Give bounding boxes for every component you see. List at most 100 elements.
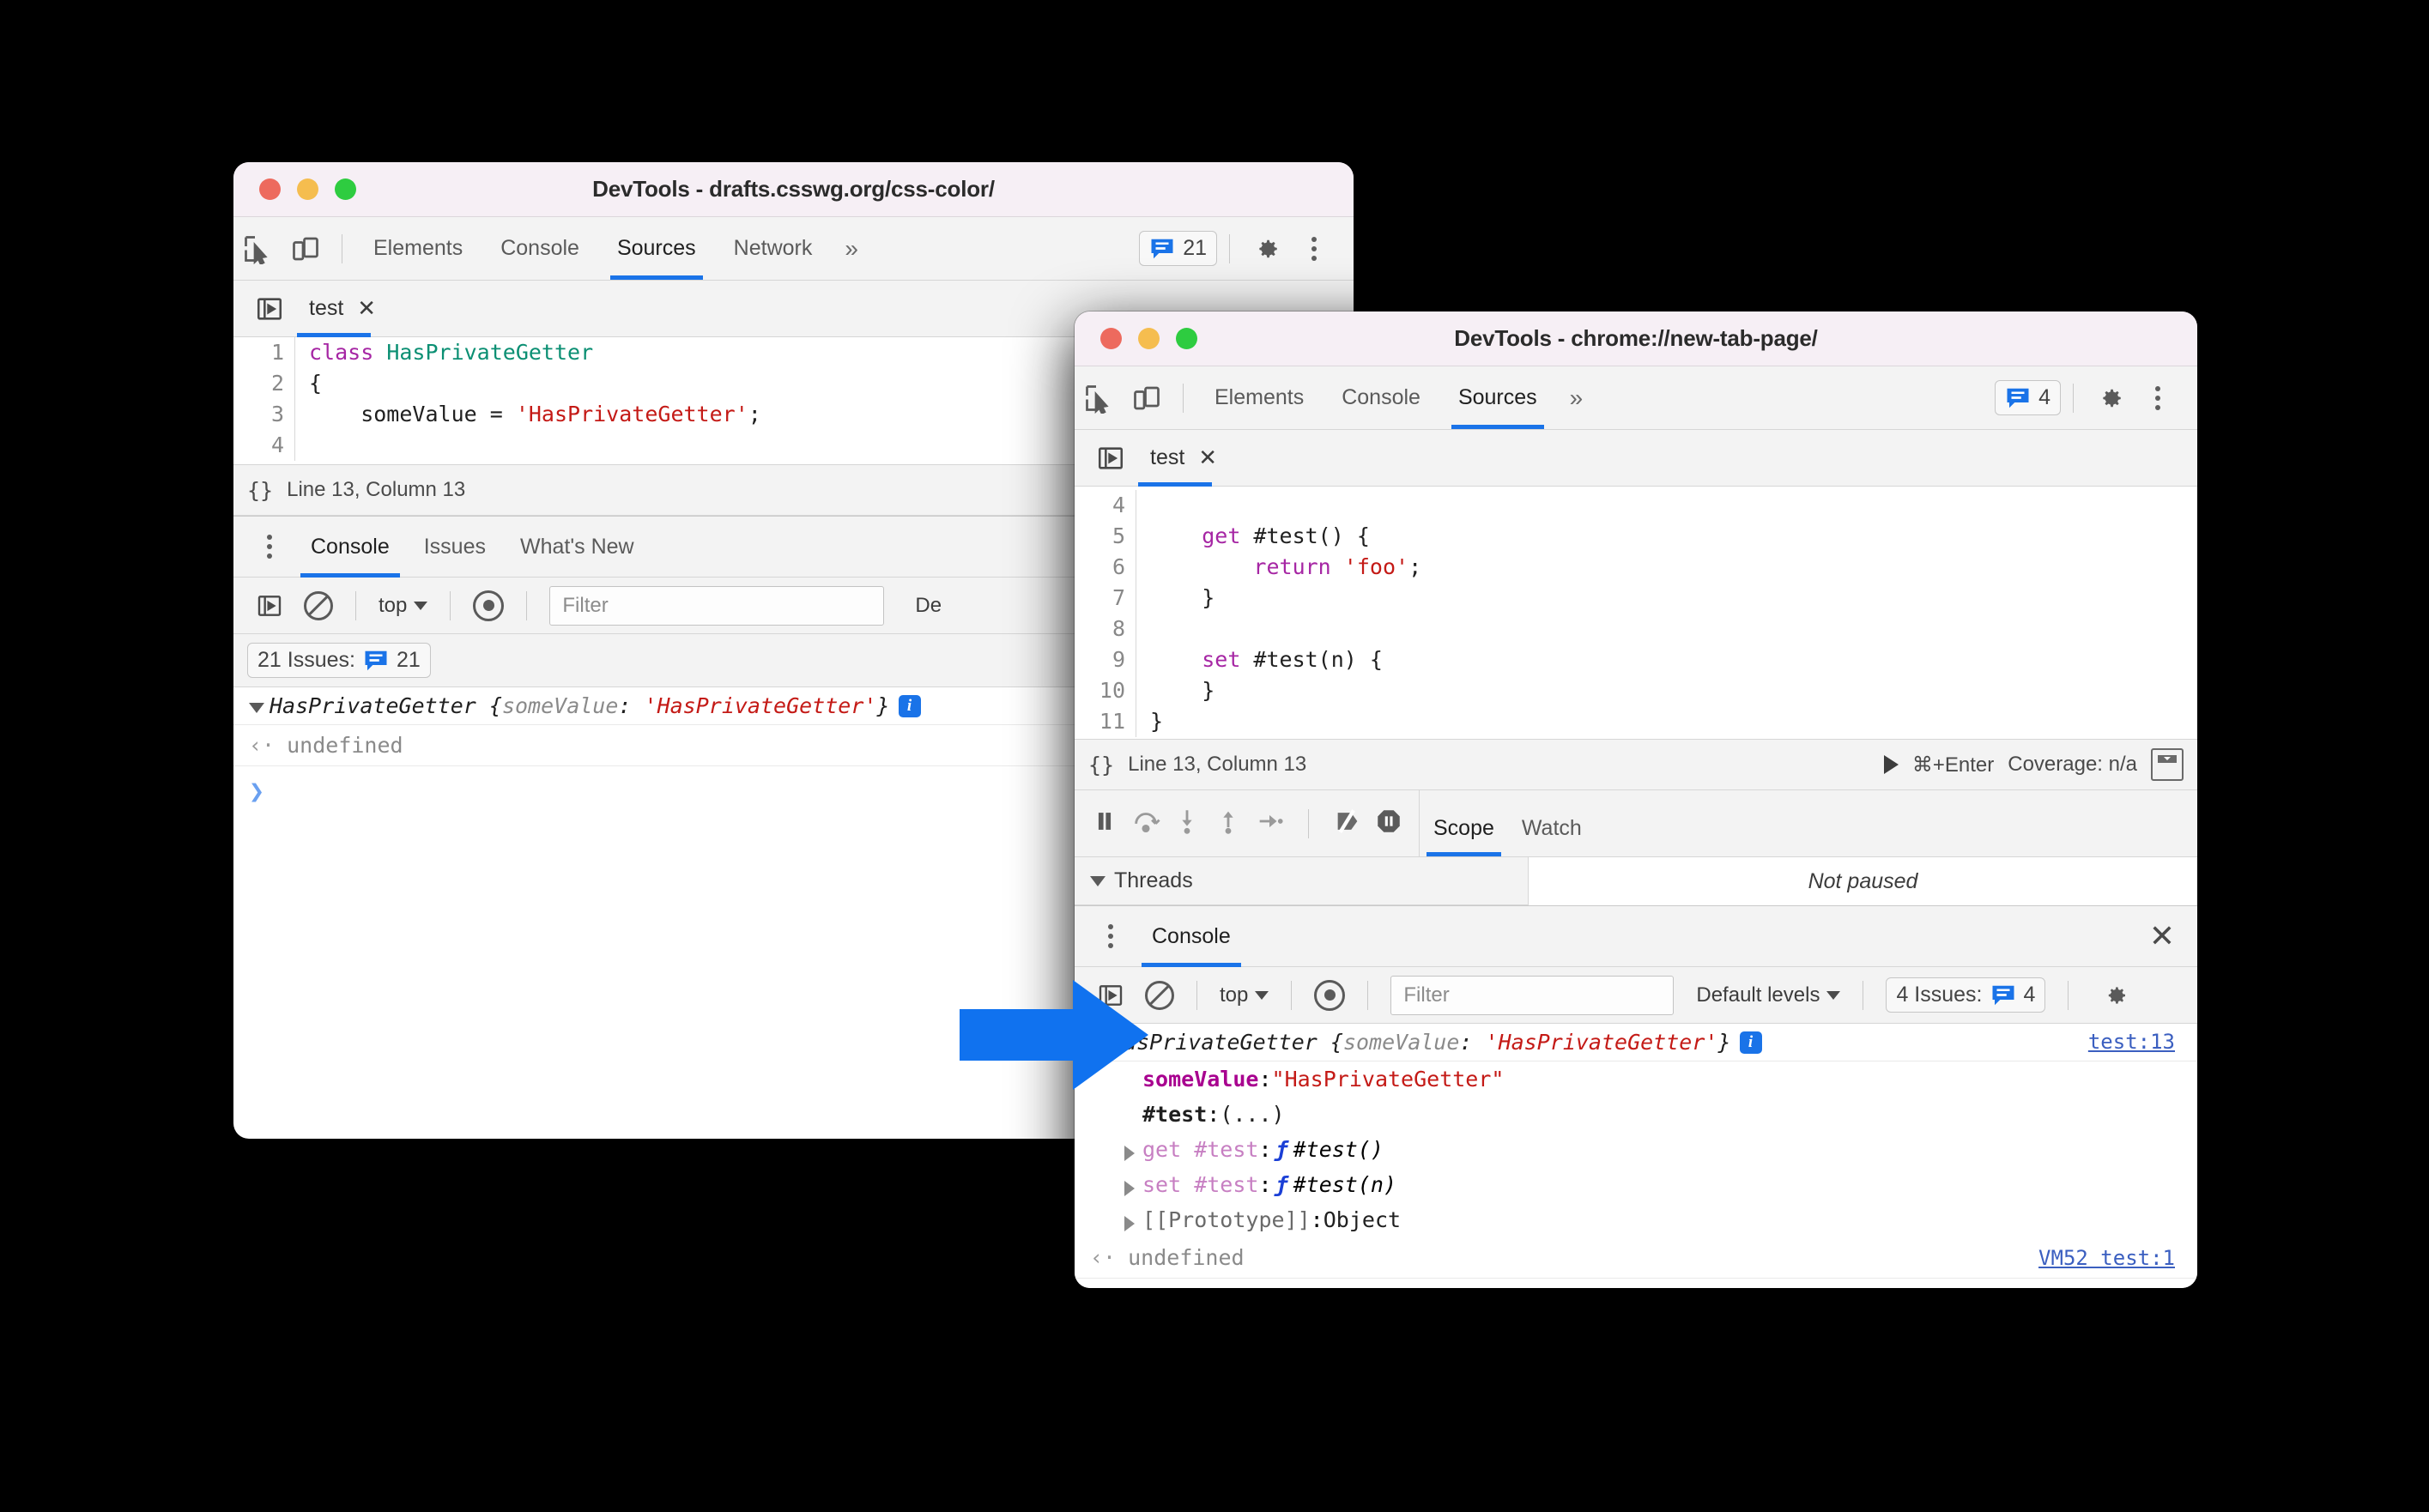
pause-icon[interactable]: [1090, 807, 1119, 840]
execution-context-selector[interactable]: top: [1220, 983, 1269, 1007]
tab-elements[interactable]: Elements: [1196, 366, 1323, 429]
maximize-window-button[interactable]: [1176, 328, 1197, 349]
close-icon[interactable]: ✕: [1198, 445, 1217, 471]
step-into-icon[interactable]: [1172, 807, 1202, 840]
gear-icon[interactable]: [1242, 225, 1290, 273]
source-link[interactable]: test:13: [2088, 1030, 2197, 1054]
more-tabs-icon[interactable]: »: [1556, 384, 1597, 412]
expand-triangle-icon[interactable]: [249, 703, 264, 713]
drawer-tab-issues[interactable]: Issues: [407, 517, 503, 577]
log-levels-partial[interactable]: De: [915, 594, 942, 618]
tab-console[interactable]: Console: [1323, 366, 1439, 429]
debugger-buttons[interactable]: [1075, 790, 1419, 856]
drawer-tab-whats-new[interactable]: What's New: [503, 517, 651, 577]
issues-counter-button[interactable]: 21: [1139, 231, 1217, 266]
close-drawer-icon[interactable]: ✕: [2149, 921, 2197, 952]
popout-drawer-icon[interactable]: [2151, 748, 2184, 781]
code-line: 10 }: [1075, 675, 2197, 706]
info-icon[interactable]: i: [898, 695, 921, 717]
threads-section[interactable]: Threads: [1075, 857, 1528, 905]
file-tab-test[interactable]: test ✕: [1135, 430, 1233, 487]
filter-input[interactable]: Filter: [549, 585, 885, 626]
console-divider-1: [355, 590, 356, 620]
object-property-row[interactable]: someValue: "HasPrivateGetter": [1075, 1061, 2197, 1097]
issues-summary-button[interactable]: 4 Issues: 4: [1886, 977, 2046, 1013]
console-prompt-row[interactable]: ❯: [1075, 1279, 2197, 1288]
expand-triangle-icon[interactable]: [1124, 1181, 1135, 1196]
minimize-window-button[interactable]: [297, 178, 318, 200]
run-snippet-icon[interactable]: [1883, 755, 1899, 774]
property-key: [[Prototype]]: [1142, 1207, 1311, 1232]
traffic-lights[interactable]: [1100, 328, 1197, 349]
execution-context-selector[interactable]: top: [379, 594, 428, 618]
tab-elements[interactable]: Elements: [354, 217, 482, 280]
expand-triangle-icon[interactable]: [1124, 1216, 1135, 1231]
front-threads-row: Threads Not paused: [1075, 857, 2197, 905]
file-tab-test[interactable]: test ✕: [294, 281, 391, 337]
tab-network[interactable]: Network: [715, 217, 832, 280]
show-navigator-icon[interactable]: [245, 285, 294, 333]
step-out-icon[interactable]: [1214, 807, 1243, 840]
tab-console[interactable]: Console: [482, 217, 598, 280]
kebab-menu-icon[interactable]: [1087, 912, 1135, 960]
tab-scope[interactable]: Scope: [1420, 816, 1508, 856]
object-property-row[interactable]: get #test: ƒ #test(): [1075, 1132, 2197, 1167]
filter-input[interactable]: Filter: [1390, 975, 1675, 1015]
gear-icon[interactable]: [2086, 374, 2134, 422]
info-icon[interactable]: i: [1739, 1031, 1762, 1054]
inspect-cursor-icon[interactable]: [233, 225, 282, 273]
expand-triangle-icon[interactable]: [1124, 1146, 1135, 1161]
traffic-lights[interactable]: [259, 178, 356, 200]
console-object-row[interactable]: HasPrivateGetter {someValue: 'HasPrivate…: [1075, 1024, 2197, 1061]
show-navigator-icon[interactable]: [1087, 434, 1135, 482]
clear-console-icon[interactable]: [304, 590, 333, 620]
minimize-window-button[interactable]: [1138, 328, 1160, 349]
issues-counter-button[interactable]: 4: [1995, 380, 2061, 415]
pretty-print-icon[interactable]: {}: [247, 478, 273, 503]
front-sources-tabstrip: test ✕: [1075, 430, 2197, 487]
preview-open: {: [1317, 1030, 1343, 1055]
front-sidepanel-tabs[interactable]: Scope Watch: [1419, 790, 2197, 856]
deactivate-breakpoints-icon[interactable]: [1333, 807, 1362, 840]
close-window-button[interactable]: [1100, 328, 1122, 349]
device-toolbar-icon[interactable]: [1123, 374, 1171, 422]
console-sidebar-icon[interactable]: [245, 582, 294, 630]
close-icon[interactable]: ✕: [357, 295, 376, 322]
pause-on-exceptions-icon[interactable]: [1374, 807, 1403, 840]
object-property-row[interactable]: [[Prototype]]: Object: [1075, 1202, 2197, 1237]
close-window-button[interactable]: [259, 178, 281, 200]
filter-placeholder: Filter: [562, 593, 609, 617]
issues-summary-button[interactable]: 21 Issues: 21: [247, 643, 431, 678]
source-link[interactable]: VM52 test:1: [2038, 1246, 2197, 1270]
object-property-row[interactable]: #test: (...): [1075, 1097, 2197, 1132]
preview-colon: :: [618, 693, 645, 718]
front-devtools-window[interactable]: DevTools - chrome://new-tab-page/ Elemen…: [1075, 311, 2197, 1288]
inspect-cursor-icon[interactable]: [1075, 374, 1123, 422]
kebab-menu-icon[interactable]: [245, 523, 294, 571]
drawer-tab-console[interactable]: Console: [294, 517, 407, 578]
live-expression-icon[interactable]: [1314, 979, 1346, 1011]
back-panel-tabs[interactable]: Elements Console Sources Network »: [354, 217, 872, 280]
tab-sources[interactable]: Sources: [598, 217, 715, 280]
tab-watch[interactable]: Watch: [1508, 816, 1596, 856]
tab-sources[interactable]: Sources: [1439, 366, 1556, 429]
log-levels-selector[interactable]: Default levels: [1696, 983, 1841, 1007]
kebab-menu-icon[interactable]: [1290, 225, 1338, 273]
front-code-editor[interactable]: 45 get #test() {6 return 'foo'; 7 } 8 9 set…: [1075, 487, 2197, 739]
front-console-output[interactable]: HasPrivateGetter {someValue: 'HasPrivate…: [1075, 1024, 2197, 1288]
front-status-right: ⌘+Enter Coverage: n/a: [1883, 748, 2184, 781]
pretty-print-icon[interactable]: {}: [1088, 753, 1114, 777]
live-expression-icon[interactable]: [473, 590, 505, 621]
drawer-tab-console[interactable]: Console: [1135, 906, 1248, 967]
gear-icon[interactable]: [2091, 971, 2139, 1019]
kebab-menu-icon[interactable]: [2134, 374, 2182, 422]
object-properties-list[interactable]: someValue: "HasPrivateGetter" #test: (...…: [1075, 1061, 2197, 1237]
front-panel-tabs[interactable]: Elements Console Sources »: [1196, 366, 1596, 429]
device-toolbar-icon[interactable]: [282, 225, 330, 273]
more-tabs-icon[interactable]: »: [831, 235, 872, 263]
maximize-window-button[interactable]: [335, 178, 356, 200]
object-property-row[interactable]: set #test: ƒ #test(n): [1075, 1167, 2197, 1202]
clear-console-icon[interactable]: [1145, 980, 1174, 1010]
step-over-icon[interactable]: [1131, 807, 1160, 840]
step-icon[interactable]: [1255, 807, 1284, 840]
